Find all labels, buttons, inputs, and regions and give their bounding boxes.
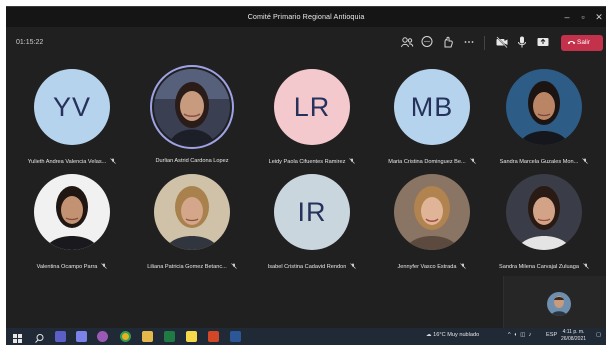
- more-icon[interactable]: [462, 35, 476, 49]
- participant-tile[interactable]: LR Leidy Paola Cifuentes Ramirez: [252, 69, 372, 175]
- clock-time: 4:11 p. m.: [562, 329, 585, 335]
- avatar-photo: [394, 174, 470, 250]
- avatar-initials: MB: [410, 91, 454, 122]
- avatar: LR: [274, 69, 350, 145]
- participant-name: Yulieth Andrea Valencia Velas...: [12, 158, 132, 165]
- participant-name: Isabel Cristina Cadavid Rendon: [252, 263, 372, 270]
- teams-alt-icon[interactable]: [76, 331, 87, 342]
- participant-tile[interactable]: IR Isabel Cristina Cadavid Rendon: [252, 174, 372, 280]
- weather-text: 16°C Muy nublado: [433, 332, 480, 338]
- powerpoint-icon[interactable]: [208, 331, 219, 342]
- mic-muted-icon: [350, 263, 357, 269]
- close-icon[interactable]: ✕: [591, 10, 607, 24]
- participant-tile[interactable]: Sandra Milena Carvajal Zuluaga: [484, 174, 604, 280]
- cloud-icon: ☁: [426, 332, 432, 338]
- participant-name: Sandra Milena Carvajal Zuluaga: [484, 263, 604, 270]
- participant-tile[interactable]: Durlian Astrid Cardona Lopez: [132, 65, 252, 175]
- avatar-photo: [154, 174, 230, 250]
- avatar: IR: [274, 174, 350, 250]
- participant-name: Sandra Marcela Guzales Mon...: [484, 158, 604, 165]
- window-title: Comité Primario Regional Antioquia: [247, 12, 365, 21]
- participant-name: Durlian Astrid Cardona Lopez: [132, 158, 252, 164]
- windows-taskbar: ☁ 16°C Muy nublado ^ ◖ ◫ ♪ ESP 4:11 p. m…: [6, 328, 606, 345]
- microphone-icon[interactable]: [515, 35, 529, 49]
- participant-name-text: Sandra Marcela Guzales Mon...: [499, 159, 579, 165]
- maximize-icon[interactable]: ▫: [575, 10, 591, 24]
- sticky-notes-icon[interactable]: [186, 331, 197, 342]
- search-icon[interactable]: [34, 331, 45, 343]
- leave-button-label: Salir: [577, 39, 591, 46]
- mic-muted-icon: [460, 263, 467, 269]
- mic-muted-icon: [582, 158, 589, 164]
- title-bar: Comité Primario Regional Antioquia – ▫ ✕: [6, 7, 606, 27]
- participant-tile[interactable]: Liliana Patricia Gomez Betanc...: [132, 174, 252, 280]
- app-icon[interactable]: [97, 331, 108, 342]
- participant-name-text: Leidy Paola Cifuentes Ramirez: [268, 159, 346, 165]
- participants-grid: YV Yulieth Andrea Valencia Velas... Durl…: [6, 59, 606, 329]
- system-tray-icons[interactable]: ^ ◖ ◫ ♪: [508, 332, 531, 338]
- participant-name: Valentina Ocampo Parra: [12, 263, 132, 270]
- avatar-photo: [506, 174, 582, 250]
- participant-name-text: Yulieth Andrea Valencia Velas...: [27, 159, 107, 165]
- avatar: YV: [34, 69, 110, 145]
- clock[interactable]: 4:11 p. m. 26/08/2021: [561, 329, 586, 343]
- participant-tile[interactable]: Valentina Ocampo Parra: [12, 174, 132, 280]
- teams-meeting-window: Comité Primario Regional Antioquia – ▫ ✕…: [6, 6, 606, 329]
- word-icon[interactable]: [230, 331, 241, 342]
- share-icon[interactable]: [536, 35, 550, 49]
- phone-hangup-icon: [567, 41, 576, 45]
- participant-name-text: Maria Cristina Dominguez Be...: [388, 159, 466, 165]
- leave-button[interactable]: Salir: [561, 35, 603, 51]
- participant-name-text: Liliana Patricia Gomez Betanc...: [147, 264, 227, 270]
- reactions-icon[interactable]: [441, 35, 455, 49]
- participant-tile[interactable]: YV Yulieth Andrea Valencia Velas...: [12, 69, 132, 175]
- participant-name-text: Isabel Cristina Cadavid Rendon: [267, 264, 347, 270]
- avatar-initials: IR: [297, 196, 327, 227]
- avatar-photo: [34, 174, 110, 250]
- file-explorer-icon[interactable]: [142, 331, 153, 342]
- participant-name-text: Durlian Astrid Cardona Lopez: [155, 158, 229, 164]
- participant-tile[interactable]: Jennyfer Vasco Estrada: [372, 174, 492, 280]
- participant-name: Leidy Paola Cifuentes Ramirez: [252, 158, 372, 165]
- participant-tile[interactable]: Sandra Marcela Guzales Mon...: [484, 69, 604, 175]
- minimize-icon[interactable]: –: [559, 10, 575, 24]
- weather-widget[interactable]: ☁ 16°C Muy nublado: [426, 332, 479, 338]
- mic-muted-icon: [583, 263, 589, 269]
- camera-off-icon[interactable]: [495, 35, 509, 49]
- chrome-icon[interactable]: [120, 331, 131, 342]
- meeting-toolbar: 01:15:22 Salir: [6, 27, 606, 59]
- meeting-timer: 01:15:22: [16, 39, 44, 46]
- participant-name: Jennyfer Vasco Estrada: [372, 263, 492, 270]
- mic-muted-icon: [101, 263, 108, 269]
- toolbar-divider: [484, 36, 485, 50]
- participant-name: Liliana Patricia Gomez Betanc...: [132, 263, 252, 270]
- teams-icon[interactable]: [55, 331, 66, 342]
- self-view[interactable]: [503, 276, 606, 329]
- mic-muted-icon: [231, 263, 237, 269]
- mic-muted-icon: [349, 158, 356, 164]
- participants-icon[interactable]: [400, 35, 414, 49]
- language-indicator[interactable]: ESP: [546, 332, 557, 338]
- notifications-icon[interactable]: ▢: [596, 332, 601, 338]
- avatar-photo: [154, 69, 230, 145]
- mic-muted-icon: [469, 158, 476, 164]
- participant-tile[interactable]: MB Maria Cristina Dominguez Be...: [372, 69, 492, 175]
- avatar: MB: [394, 69, 470, 145]
- self-avatar: [547, 292, 571, 316]
- avatar-initials: YV: [52, 91, 92, 122]
- chat-icon[interactable]: [420, 35, 434, 49]
- avatar-initials: LR: [293, 91, 331, 122]
- clock-date: 26/08/2021: [561, 336, 587, 342]
- avatar-photo: [506, 69, 582, 145]
- participant-name-text: Jennyfer Vasco Estrada: [397, 264, 457, 270]
- mic-muted-icon: [110, 158, 117, 164]
- excel-icon[interactable]: [164, 331, 175, 342]
- windows-start-icon[interactable]: [12, 331, 23, 343]
- participant-name: Maria Cristina Dominguez Be...: [372, 158, 492, 165]
- participant-name-text: Sandra Milena Carvajal Zuluaga: [499, 264, 579, 270]
- participant-name-text: Valentina Ocampo Parra: [36, 264, 98, 270]
